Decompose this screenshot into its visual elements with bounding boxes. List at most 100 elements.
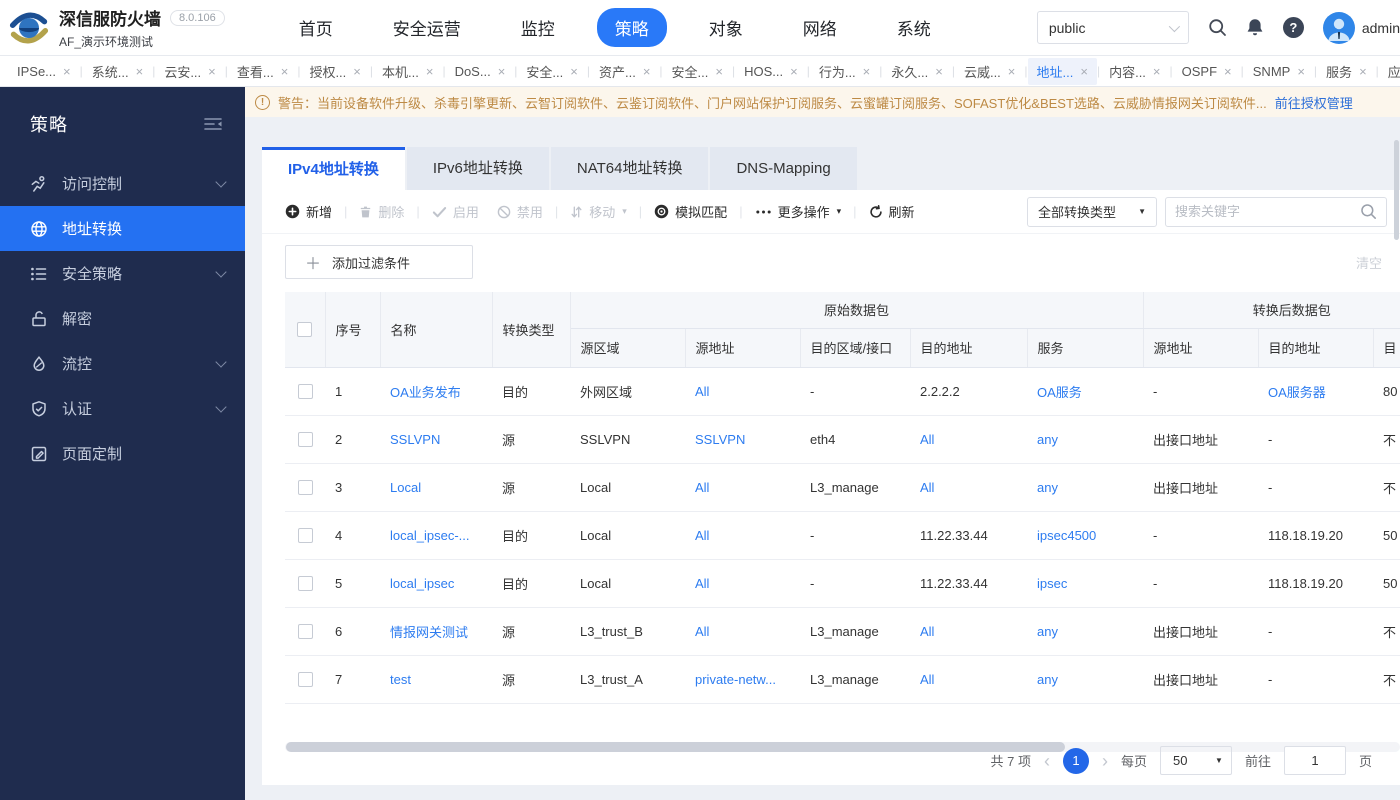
content-tab-1[interactable]: IPv6地址转换 bbox=[406, 147, 549, 190]
cell-link[interactable]: local_ipsec bbox=[390, 576, 454, 591]
vertical-scrollbar-thumb[interactable] bbox=[1394, 140, 1399, 240]
cell-link[interactable]: test bbox=[390, 672, 411, 687]
cell-link[interactable]: All bbox=[695, 624, 709, 639]
cell-link[interactable]: ipsec4500 bbox=[1037, 528, 1096, 543]
nav-item-5[interactable]: 网络 bbox=[785, 8, 855, 47]
scope-select[interactable]: public bbox=[1036, 11, 1189, 44]
open-tab-16[interactable]: OSPF × bbox=[1173, 60, 1241, 83]
license-manage-link[interactable]: 前往授权管理 bbox=[1275, 93, 1353, 112]
close-icon[interactable]: × bbox=[353, 65, 361, 78]
row-checkbox[interactable] bbox=[297, 528, 313, 544]
close-icon[interactable]: × bbox=[790, 65, 798, 78]
open-tab-3[interactable]: 查看... × bbox=[228, 58, 297, 85]
cell-link[interactable]: All bbox=[920, 624, 934, 639]
close-icon[interactable]: × bbox=[1224, 65, 1232, 78]
cell-link[interactable]: OA业务发布 bbox=[390, 385, 461, 400]
toolbar-button-5[interactable]: 模拟匹配 bbox=[654, 202, 727, 221]
nav-item-1[interactable]: 安全运营 bbox=[375, 8, 479, 47]
open-tab-10[interactable]: HOS... × bbox=[735, 60, 807, 83]
open-tab-8[interactable]: 资产... × bbox=[590, 58, 659, 85]
open-tab-18[interactable]: 服务 × bbox=[1317, 58, 1376, 85]
cell-link[interactable]: private-netw... bbox=[695, 672, 776, 687]
cell-link[interactable]: All bbox=[920, 432, 934, 447]
nav-item-0[interactable]: 首页 bbox=[281, 8, 351, 47]
sidebar-item-6[interactable]: 页面定制 bbox=[0, 431, 245, 476]
toolbar-button-2[interactable]: 启用 bbox=[432, 202, 479, 221]
close-icon[interactable]: × bbox=[570, 65, 578, 78]
toolbar-button-4[interactable]: 移动 ▾ bbox=[570, 202, 627, 221]
cell-link[interactable]: ipsec bbox=[1037, 576, 1067, 591]
bell-icon[interactable] bbox=[1246, 18, 1264, 37]
open-tab-5[interactable]: 本机... × bbox=[373, 58, 442, 85]
toolbar-button-3[interactable]: 禁用 bbox=[497, 202, 543, 221]
open-tab-9[interactable]: 安全... × bbox=[663, 58, 732, 85]
nav-item-2[interactable]: 监控 bbox=[503, 8, 573, 47]
close-icon[interactable]: × bbox=[1153, 65, 1161, 78]
close-icon[interactable]: × bbox=[1297, 65, 1305, 78]
open-tab-15[interactable]: 内容... × bbox=[1100, 58, 1169, 85]
toolbar-button-6[interactable]: 更多操作 ▾ bbox=[755, 202, 841, 221]
open-tab-0[interactable]: IPSe... × bbox=[8, 60, 80, 83]
close-icon[interactable]: × bbox=[281, 65, 289, 78]
open-tab-2[interactable]: 云安... × bbox=[155, 58, 224, 85]
open-tab-12[interactable]: 永久... × bbox=[882, 58, 951, 85]
page-size-select[interactable]: 50 ▼ bbox=[1159, 746, 1232, 775]
sidebar-item-5[interactable]: 认证 bbox=[0, 386, 245, 431]
row-checkbox[interactable] bbox=[297, 432, 313, 448]
open-tab-17[interactable]: SNMP × bbox=[1244, 60, 1314, 83]
close-icon[interactable]: × bbox=[935, 65, 943, 78]
open-tab-6[interactable]: DoS... × bbox=[446, 60, 515, 83]
cell-link[interactable]: OA服务 bbox=[1037, 385, 1082, 400]
cell-link[interactable]: All bbox=[920, 480, 934, 495]
close-icon[interactable]: × bbox=[63, 65, 71, 78]
content-tab-0[interactable]: IPv4地址转换 bbox=[262, 147, 405, 190]
clear-filter-link[interactable]: 清空 bbox=[1356, 253, 1382, 272]
row-checkbox[interactable] bbox=[297, 672, 313, 688]
cell-link[interactable]: any bbox=[1037, 480, 1058, 495]
nav-item-6[interactable]: 系统 bbox=[879, 8, 949, 47]
prev-page-button[interactable]: ‹ bbox=[1044, 752, 1050, 770]
open-tab-7[interactable]: 安全... × bbox=[517, 58, 586, 85]
toolbar-button-0[interactable]: 新增 bbox=[285, 202, 332, 221]
cell-link[interactable]: All bbox=[695, 576, 709, 591]
content-tab-2[interactable]: NAT64地址转换 bbox=[550, 147, 709, 190]
search-icon[interactable] bbox=[1208, 18, 1227, 37]
cell-link[interactable]: SSLVPN bbox=[695, 432, 745, 447]
select-all-checkbox[interactable] bbox=[297, 322, 313, 338]
close-icon[interactable]: × bbox=[863, 65, 871, 78]
row-checkbox[interactable] bbox=[297, 384, 313, 400]
help-icon[interactable]: ? bbox=[1282, 17, 1304, 38]
sidebar-item-0[interactable]: 访问控制 bbox=[0, 161, 245, 206]
sidebar-item-2[interactable]: 安全策略 bbox=[0, 251, 245, 296]
open-tab-13[interactable]: 云威... × bbox=[955, 58, 1024, 85]
cell-link[interactable]: All bbox=[920, 672, 934, 687]
close-icon[interactable]: × bbox=[426, 65, 434, 78]
sidebar-collapse-icon[interactable] bbox=[203, 116, 223, 132]
add-filter-button[interactable]: ＋ 添加过滤条件 bbox=[285, 245, 474, 279]
search-input[interactable] bbox=[1175, 204, 1360, 219]
sidebar-item-1[interactable]: 地址转换 bbox=[0, 206, 245, 251]
open-tab-11[interactable]: 行为... × bbox=[810, 58, 879, 85]
close-icon[interactable]: × bbox=[715, 65, 723, 78]
close-icon[interactable]: × bbox=[498, 65, 506, 78]
cell-link[interactable]: Local bbox=[390, 480, 421, 495]
sidebar-item-3[interactable]: 解密 bbox=[0, 296, 245, 341]
open-tab-14[interactable]: 地址... × bbox=[1027, 57, 1097, 85]
translation-type-select[interactable]: 全部转换类型 ▼ bbox=[1027, 196, 1157, 227]
close-icon[interactable]: × bbox=[208, 65, 216, 78]
cell-link[interactable]: All bbox=[695, 480, 709, 495]
cell-link[interactable]: any bbox=[1037, 624, 1058, 639]
row-checkbox[interactable] bbox=[297, 576, 313, 592]
sidebar-item-4[interactable]: 流控 bbox=[0, 341, 245, 386]
close-icon[interactable]: × bbox=[1359, 65, 1367, 78]
content-tab-3[interactable]: DNS-Mapping bbox=[710, 147, 857, 190]
horizontal-scrollbar-thumb[interactable] bbox=[286, 741, 1065, 752]
open-tab-1[interactable]: 系统... × bbox=[83, 58, 152, 85]
row-checkbox[interactable] bbox=[297, 624, 313, 640]
current-page-button[interactable]: 1 bbox=[1062, 747, 1089, 774]
cell-link[interactable]: OA服务器 bbox=[1268, 385, 1326, 400]
nav-item-3[interactable]: 策略 bbox=[596, 8, 667, 47]
toolbar-button-7[interactable]: 刷新 bbox=[869, 202, 915, 221]
next-page-button[interactable]: › bbox=[1102, 752, 1108, 770]
close-icon[interactable]: × bbox=[643, 65, 651, 78]
